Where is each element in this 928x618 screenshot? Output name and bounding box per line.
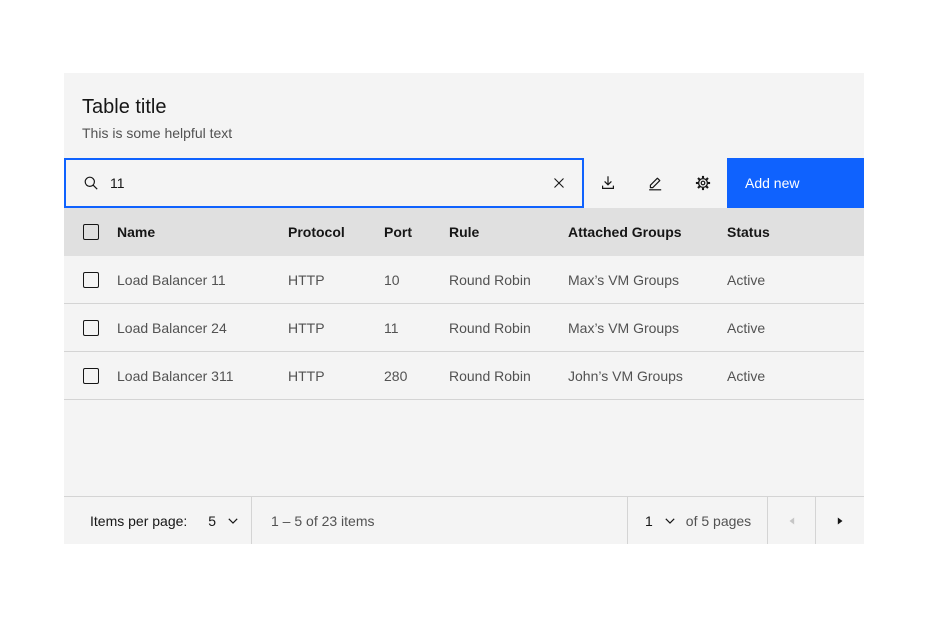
row-select-cell xyxy=(64,368,117,384)
settings-icon xyxy=(695,175,711,191)
cell-attached-groups: Max’s VM Groups xyxy=(568,272,727,288)
table-toolbar: Add new xyxy=(64,158,864,208)
table-header-row: Name Protocol Port Rule Attached Groups … xyxy=(64,208,864,256)
row-checkbox[interactable] xyxy=(83,272,99,288)
column-header-protocol: Protocol xyxy=(288,224,384,240)
select-all-checkbox[interactable] xyxy=(83,224,99,240)
search-input[interactable] xyxy=(110,160,536,206)
pagination-bar: Items per page: 5 1 – 5 of 23 items 1 of… xyxy=(64,496,864,544)
cell-port: 10 xyxy=(384,272,449,288)
items-per-page-select[interactable]: 5 xyxy=(187,513,238,529)
next-page-button[interactable] xyxy=(816,497,864,544)
cell-status: Active xyxy=(727,320,864,336)
table-header: Table title This is some helpful text xyxy=(64,73,864,158)
toolbar-actions xyxy=(584,158,727,208)
total-pages-text: of 5 pages xyxy=(686,513,751,529)
page-number-select[interactable]: 1 xyxy=(645,513,675,529)
download-button[interactable] xyxy=(584,158,632,208)
column-header-rule: Rule xyxy=(449,224,568,240)
cell-attached-groups: Max’s VM Groups xyxy=(568,320,727,336)
table-row: Load Balancer 311 HTTP 280 Round Robin J… xyxy=(64,352,864,400)
cell-status: Active xyxy=(727,368,864,384)
chevron-down-icon xyxy=(665,518,675,524)
page-number-value: 1 xyxy=(645,513,653,529)
items-per-page-label: Items per page: xyxy=(90,513,187,529)
cell-protocol: HTTP xyxy=(288,320,384,336)
page-select-section: 1 of 5 pages xyxy=(628,497,768,544)
search-clear-button[interactable] xyxy=(536,160,582,206)
column-header-port: Port xyxy=(384,224,449,240)
select-all-cell xyxy=(64,224,117,240)
pagination-range-text: 1 – 5 of 23 items xyxy=(271,513,375,529)
add-new-button[interactable]: Add new xyxy=(727,158,864,208)
column-header-status: Status xyxy=(727,224,864,240)
page-title: Table title xyxy=(82,94,846,120)
cell-protocol: HTTP xyxy=(288,368,384,384)
row-select-cell xyxy=(64,320,117,336)
table-row: Load Balancer 11 HTTP 10 Round Robin Max… xyxy=(64,256,864,304)
row-checkbox[interactable] xyxy=(83,368,99,384)
settings-button[interactable] xyxy=(679,158,727,208)
items-per-page-value: 5 xyxy=(208,513,216,529)
table-row: Load Balancer 24 HTTP 11 Round Robin Max… xyxy=(64,304,864,352)
data-table-widget: Table title This is some helpful text xyxy=(64,73,864,544)
download-icon xyxy=(600,175,616,191)
caret-right-icon xyxy=(836,516,844,526)
cell-rule: Round Robin xyxy=(449,368,568,384)
edit-button[interactable] xyxy=(632,158,680,208)
previous-page-button[interactable] xyxy=(768,497,816,544)
column-header-attached-groups: Attached Groups xyxy=(568,224,727,240)
cell-name: Load Balancer 11 xyxy=(117,272,288,288)
cell-port: 280 xyxy=(384,368,449,384)
column-header-name: Name xyxy=(117,224,288,240)
caret-left-icon xyxy=(788,516,796,526)
cell-status: Active xyxy=(727,272,864,288)
cell-port: 11 xyxy=(384,320,449,336)
edit-icon xyxy=(647,175,663,191)
cell-name: Load Balancer 311 xyxy=(117,368,288,384)
page-subtitle: This is some helpful text xyxy=(82,124,846,142)
close-icon xyxy=(553,177,565,189)
row-select-cell xyxy=(64,272,117,288)
cell-name: Load Balancer 24 xyxy=(117,320,288,336)
cell-attached-groups: John’s VM Groups xyxy=(568,368,727,384)
table-empty-area xyxy=(64,400,864,496)
search-icon xyxy=(83,175,99,191)
items-per-page-section: Items per page: 5 xyxy=(64,497,252,544)
cell-rule: Round Robin xyxy=(449,272,568,288)
pagination-range: 1 – 5 of 23 items xyxy=(252,497,628,544)
search-box xyxy=(64,158,584,208)
chevron-down-icon xyxy=(228,518,238,524)
row-checkbox[interactable] xyxy=(83,320,99,336)
cell-rule: Round Robin xyxy=(449,320,568,336)
cell-protocol: HTTP xyxy=(288,272,384,288)
